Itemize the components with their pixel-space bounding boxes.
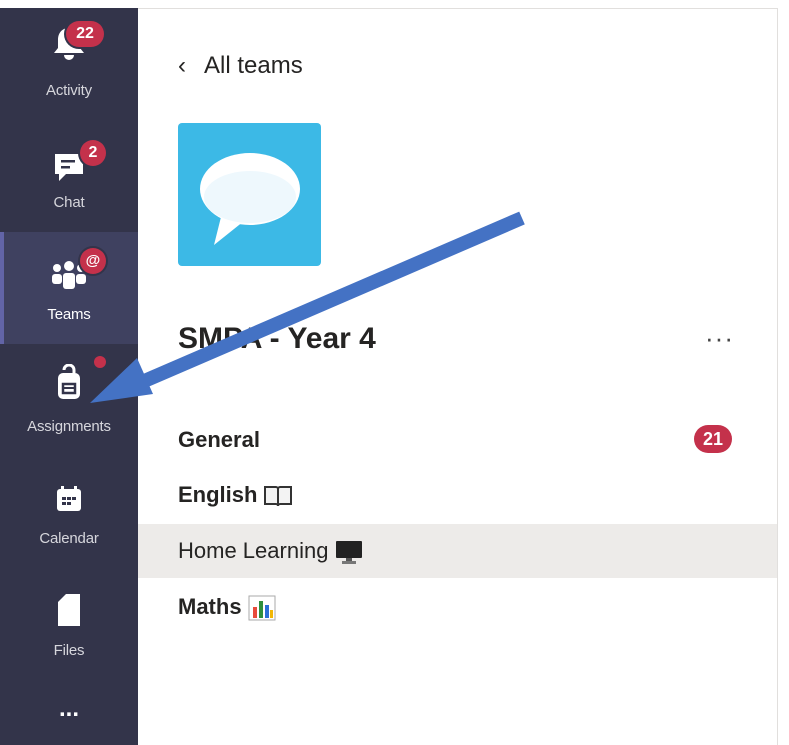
annotation-arrow — [90, 211, 525, 403]
